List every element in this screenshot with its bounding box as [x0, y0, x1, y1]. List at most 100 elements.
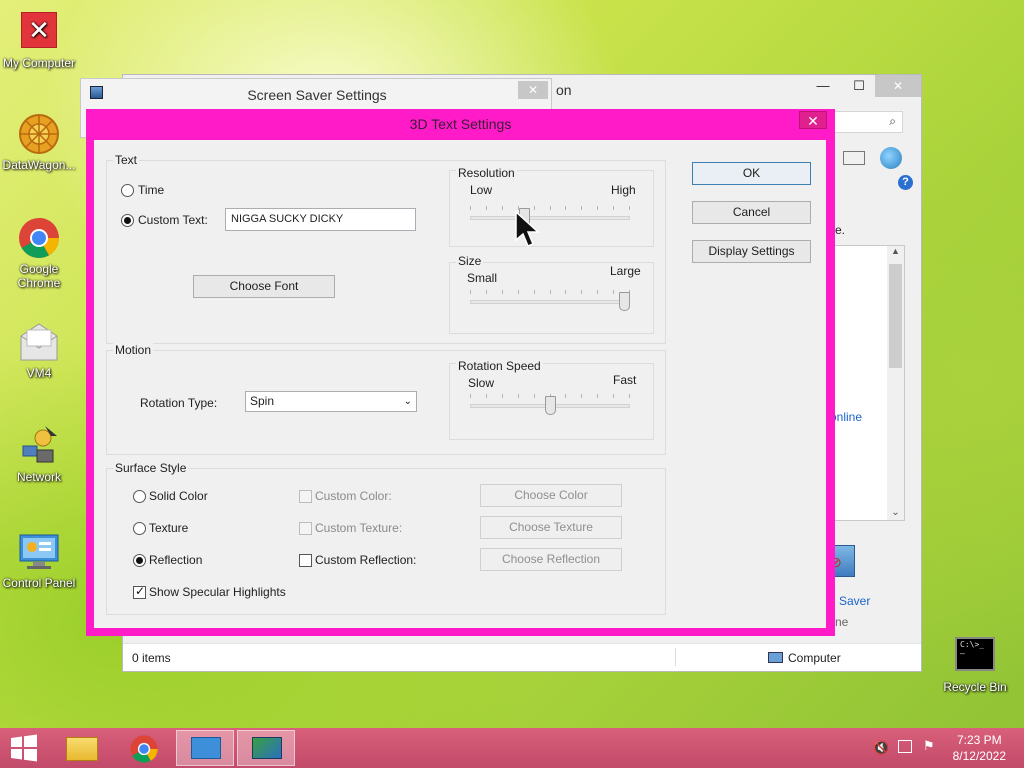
resolution-max-label: High — [611, 183, 636, 197]
computer-icon — [768, 652, 783, 663]
close-button[interactable]: ✕ — [875, 75, 921, 97]
clock[interactable]: 7:23 PM 8/12/2022 — [953, 732, 1006, 764]
desktop-icon-label: Network — [16, 470, 61, 484]
custom-reflection-label: Custom Reflection: — [315, 553, 417, 567]
taskbar-screen-saver[interactable] — [237, 730, 295, 766]
custom-text-input[interactable]: NIGGA SUCKY DICKY — [225, 208, 416, 231]
slider-tick — [581, 206, 582, 210]
size-min-label: Small — [467, 271, 498, 285]
motion-group-label: Motion — [113, 343, 154, 357]
specular-highlights-checkbox[interactable] — [133, 584, 146, 599]
custom-color-checkbox[interactable] — [299, 490, 312, 503]
taskbar-file-explorer[interactable] — [54, 730, 112, 766]
cancel-button[interactable]: Cancel — [692, 201, 811, 224]
scroll-down-icon[interactable]: ⌄ — [887, 507, 904, 518]
dialog-body: Text Time Custom Text: NIGGA SUCKY DICKY… — [94, 140, 826, 628]
text-group-label: Text — [113, 153, 140, 167]
view-toggle-icon[interactable] — [843, 151, 865, 165]
terminal-icon: C:\>_ — — [953, 634, 997, 678]
status-items: 0 items — [132, 651, 171, 665]
slider-tick — [486, 290, 487, 294]
desktop-icon-network[interactable]: Network — [0, 424, 79, 484]
status-bar: 0 items Computer — [123, 643, 921, 671]
choose-texture-button[interactable]: Choose Texture — [480, 516, 622, 539]
custom-color-label: Custom Color: — [315, 489, 392, 503]
slider-tick — [581, 290, 582, 294]
slider-track — [470, 300, 630, 304]
scroll-thumb[interactable] — [889, 264, 902, 368]
screen-saver-link[interactable]: Saver — [839, 594, 870, 608]
reflection-radio[interactable] — [133, 554, 146, 567]
folder-icon — [66, 737, 98, 761]
maximize-button[interactable]: ☐ — [845, 75, 873, 97]
display-settings-button[interactable]: Display Settings — [692, 240, 811, 263]
custom-text-radio[interactable] — [121, 214, 134, 227]
desktop-icon-label: Google Chrome — [17, 262, 61, 290]
slider-tick — [613, 206, 614, 210]
envelope-icon — [17, 320, 61, 364]
custom-texture-checkbox[interactable] — [299, 522, 312, 535]
slider-thumb[interactable] — [619, 292, 630, 311]
clock-time: 7:23 PM — [956, 733, 1002, 747]
time-radio[interactable] — [121, 184, 134, 197]
desktop-icon-label: My Computer — [2, 56, 76, 70]
scroll-up-icon[interactable]: ▲ — [887, 246, 904, 256]
scrollbar[interactable]: ▲ ⌄ — [887, 246, 904, 520]
datawagon-icon — [17, 112, 61, 156]
explorer-title-fragment: on — [556, 82, 572, 98]
slider-tick — [565, 394, 566, 398]
slider-tick — [518, 290, 519, 294]
start-button[interactable] — [0, 728, 48, 768]
rotation-speed-min-label: Slow — [468, 376, 495, 390]
network-status-icon[interactable] — [898, 740, 912, 753]
size-slider[interactable] — [470, 288, 630, 312]
slider-tick — [565, 290, 566, 294]
slider-tick — [581, 394, 582, 398]
desktop-icon-google-chrome[interactable]: Google Chrome — [0, 216, 79, 290]
dialog-title: 3D Text Settings — [409, 116, 512, 132]
slider-thumb[interactable] — [545, 396, 556, 415]
side-text: ne — [835, 615, 849, 629]
desktop-icon-my-computer[interactable]: ✕ My Computer — [0, 10, 79, 70]
taskbar-chrome[interactable] — [115, 730, 173, 766]
taskbar-control-panel[interactable] — [176, 730, 234, 766]
choose-reflection-button[interactable]: Choose Reflection — [480, 548, 622, 571]
search-box[interactable]: ⌕ — [833, 111, 903, 133]
status-divider — [675, 648, 676, 666]
reflection-label: Reflection — [149, 553, 203, 567]
size-label: Size — [456, 254, 484, 268]
choose-color-button[interactable]: Choose Color — [480, 484, 622, 507]
clock-date: 8/12/2022 — [952, 749, 1006, 763]
windows-logo-icon — [11, 734, 37, 762]
ok-button[interactable]: OK — [692, 162, 811, 185]
status-location: Computer — [788, 651, 841, 665]
desktop-icon-vm4[interactable]: VM4 — [0, 320, 79, 380]
slider-tick — [502, 394, 503, 398]
slider-tick — [565, 206, 566, 210]
volume-muted-icon[interactable]: 🔇 — [873, 740, 889, 756]
chrome-icon — [17, 216, 61, 260]
slider-track — [470, 216, 630, 220]
texture-radio[interactable] — [133, 522, 146, 535]
help-icon[interactable]: ? — [898, 175, 913, 190]
close-button[interactable]: ✕ — [799, 111, 827, 129]
action-center-icon[interactable]: ⚑ — [923, 738, 935, 754]
desktop-icon-recycle-bin[interactable]: C:\>_ — Recycle Bin — [935, 634, 1015, 694]
desktop-icon-label: Recycle Bin — [943, 680, 1007, 694]
solid-color-radio[interactable] — [133, 490, 146, 503]
resolution-slider[interactable] — [470, 204, 630, 228]
slider-tick — [502, 290, 503, 294]
rotation-speed-max-label: Fast — [613, 373, 637, 387]
rotation-type-select[interactable]: Spin ⌄ — [245, 391, 417, 412]
globe-icon[interactable] — [880, 147, 902, 169]
minimize-button[interactable]: — — [809, 75, 837, 97]
close-button[interactable]: ✕ — [518, 81, 548, 99]
desktop-icon-datawagon[interactable]: DataWagon... — [0, 112, 79, 172]
choose-font-button[interactable]: Choose Font — [193, 275, 335, 298]
rotation-speed-slider[interactable] — [470, 392, 630, 416]
custom-reflection-checkbox[interactable] — [299, 554, 312, 567]
time-label: Time — [138, 183, 165, 197]
desktop-icon-control-panel[interactable]: Control Panel — [0, 530, 79, 590]
taskbar: 🔇 ⚑ 7:23 PM 8/12/2022 — [0, 728, 1024, 768]
slider-tick — [470, 394, 471, 398]
